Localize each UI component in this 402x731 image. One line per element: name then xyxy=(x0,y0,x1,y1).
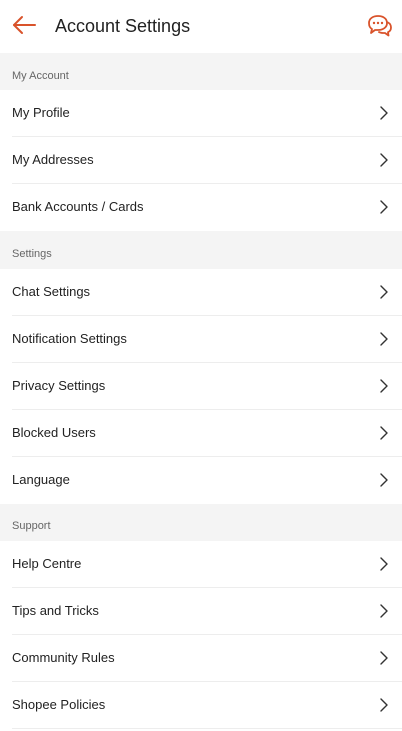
menu-item-chat-settings[interactable]: Chat Settings xyxy=(0,269,402,316)
back-button[interactable] xyxy=(10,11,38,39)
menu-item-label: Tips and Tricks xyxy=(12,603,99,618)
menu-item-my-addresses[interactable]: My Addresses xyxy=(0,137,402,184)
menu-item-language[interactable]: Language xyxy=(0,457,402,504)
menu-item-community-rules[interactable]: Community Rules xyxy=(0,635,402,682)
menu-item-label: Bank Accounts / Cards xyxy=(12,199,144,214)
section-header-support: Support xyxy=(0,504,402,541)
app-header: Account Settings xyxy=(0,0,402,53)
divider xyxy=(12,728,402,729)
section-header-settings: Settings xyxy=(0,231,402,269)
menu-item-blocked-users[interactable]: Blocked Users xyxy=(0,410,402,457)
menu-item-help-centre[interactable]: Help Centre xyxy=(0,541,402,588)
menu-item-notification-settings[interactable]: Notification Settings xyxy=(0,316,402,363)
chat-bubbles-icon xyxy=(368,15,392,37)
chevron-right-icon xyxy=(380,106,388,120)
section-label: Support xyxy=(12,520,51,532)
chevron-right-icon xyxy=(380,604,388,618)
chevron-right-icon xyxy=(380,557,388,571)
chevron-right-icon xyxy=(380,473,388,487)
menu-item-my-profile[interactable]: My Profile xyxy=(0,90,402,137)
menu-item-bank-accounts-cards[interactable]: Bank Accounts / Cards xyxy=(0,184,402,231)
chevron-right-icon xyxy=(380,153,388,167)
menu-item-label: Notification Settings xyxy=(12,331,127,346)
menu-item-label: Help Centre xyxy=(12,556,82,571)
section-label: My Account xyxy=(12,70,69,82)
menu-item-label: Language xyxy=(12,472,70,487)
menu-item-label: My Profile xyxy=(12,105,70,120)
chevron-right-icon xyxy=(380,332,388,346)
section-header-my-account: My Account xyxy=(0,53,402,90)
menu-item-label: Community Rules xyxy=(12,650,115,665)
chevron-right-icon xyxy=(380,285,388,299)
page-title: Account Settings xyxy=(55,16,191,36)
chevron-right-icon xyxy=(380,379,388,393)
chevron-right-icon xyxy=(380,651,388,665)
arrow-left-icon xyxy=(13,16,36,34)
section-label: Settings xyxy=(12,248,52,260)
chevron-right-icon xyxy=(380,200,388,214)
menu-item-label: Privacy Settings xyxy=(12,378,106,393)
menu-item-privacy-settings[interactable]: Privacy Settings xyxy=(0,363,402,410)
chevron-right-icon xyxy=(380,698,388,712)
chevron-right-icon xyxy=(380,426,388,440)
menu-item-tips-and-tricks[interactable]: Tips and Tricks xyxy=(0,588,402,635)
chat-button[interactable] xyxy=(366,13,392,39)
menu-item-label: Chat Settings xyxy=(12,284,91,299)
account-settings-screen: Account Settings My Account My Profile M… xyxy=(0,0,402,731)
menu-item-label: Shopee Policies xyxy=(12,697,106,712)
menu-item-label: Blocked Users xyxy=(12,425,96,440)
menu-item-label: My Addresses xyxy=(12,152,94,167)
menu-item-shopee-policies[interactable]: Shopee Policies xyxy=(0,682,402,729)
